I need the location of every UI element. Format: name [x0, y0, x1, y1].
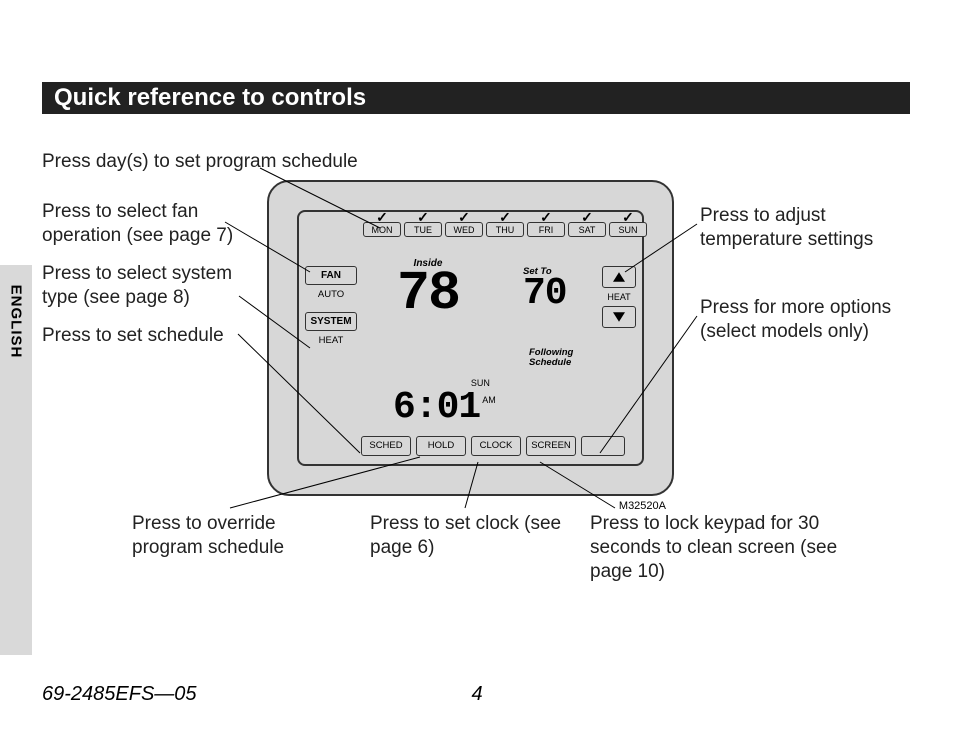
- thermostat-device: ✓MON ✓TUE ✓WED ✓THU ✓FRI ✓SAT ✓SUN FAN A…: [267, 180, 674, 496]
- fan-button[interactable]: FAN: [305, 266, 357, 285]
- setto-temp-value: 70: [523, 277, 567, 311]
- day-button-sun[interactable]: ✓SUN: [609, 222, 647, 237]
- fan-mode-label: AUTO: [305, 289, 357, 300]
- clock-time: 6:01: [393, 386, 480, 429]
- clock-ampm: AM: [482, 395, 496, 405]
- screen-button[interactable]: SCREEN: [526, 436, 576, 456]
- heat-label: HEAT: [607, 292, 630, 302]
- inside-temp-block: Inside 78: [397, 258, 459, 319]
- check-icon: ✓: [622, 209, 634, 226]
- callout-lock: Press to lock keypad for 30 seconds to c…: [590, 512, 870, 583]
- thermostat-screen: ✓MON ✓TUE ✓WED ✓THU ✓FRI ✓SAT ✓SUN FAN A…: [297, 210, 644, 466]
- day-button-fri[interactable]: ✓FRI: [527, 222, 565, 237]
- check-icon: ✓: [417, 209, 429, 226]
- system-mode-label: HEAT: [305, 335, 357, 346]
- check-icon: ✓: [458, 209, 470, 226]
- page-number: 4: [471, 683, 482, 706]
- set-temp-block: Set To 70: [523, 266, 567, 311]
- hold-button[interactable]: HOLD: [416, 436, 466, 456]
- callout-days: Press day(s) to set program schedule: [42, 150, 358, 174]
- check-icon: ✓: [540, 209, 552, 226]
- temp-up-button[interactable]: [602, 266, 636, 288]
- callout-override: Press to override program schedule: [132, 512, 342, 560]
- document-id: 69-2485EFS—05: [42, 683, 197, 706]
- callout-clock: Press to set clock (see page 6): [370, 512, 570, 560]
- diagram-id: M32520A: [619, 500, 666, 512]
- day-button-tue[interactable]: ✓TUE: [404, 222, 442, 237]
- language-label: ENGLISH: [8, 285, 25, 359]
- arrow-up-icon: [613, 272, 625, 282]
- day-button-wed[interactable]: ✓WED: [445, 222, 483, 237]
- following-schedule-label: Following Schedule: [529, 348, 573, 369]
- clock-button[interactable]: CLOCK: [471, 436, 521, 456]
- system-button[interactable]: SYSTEM: [305, 312, 357, 331]
- callout-temp: Press to adjust temperature settings: [700, 204, 910, 252]
- day-button-mon[interactable]: ✓MON: [363, 222, 401, 237]
- inside-temp-value: 78: [397, 269, 459, 319]
- clock-display: SUN 6:01AM: [393, 378, 496, 429]
- temp-down-button[interactable]: [602, 306, 636, 328]
- callout-sched: Press to set schedule: [42, 324, 224, 348]
- check-icon: ✓: [499, 209, 511, 226]
- sched-button[interactable]: SCHED: [361, 436, 411, 456]
- callout-more-options: Press for more options (select models on…: [700, 296, 925, 344]
- arrow-down-icon: [613, 312, 625, 322]
- blank-button[interactable]: [581, 436, 625, 456]
- check-icon: ✓: [581, 209, 593, 226]
- callout-fan: Press to select fan operation (see page …: [42, 200, 267, 248]
- day-button-sat[interactable]: ✓SAT: [568, 222, 606, 237]
- language-tab: ENGLISH: [0, 265, 32, 655]
- check-icon: ✓: [376, 209, 388, 226]
- section-title: Quick reference to controls: [42, 82, 910, 114]
- callout-system: Press to select system type (see page 8): [42, 262, 267, 310]
- day-button-thu[interactable]: ✓THU: [486, 222, 524, 237]
- day-button-row: ✓MON ✓TUE ✓WED ✓THU ✓FRI ✓SAT ✓SUN: [363, 222, 647, 237]
